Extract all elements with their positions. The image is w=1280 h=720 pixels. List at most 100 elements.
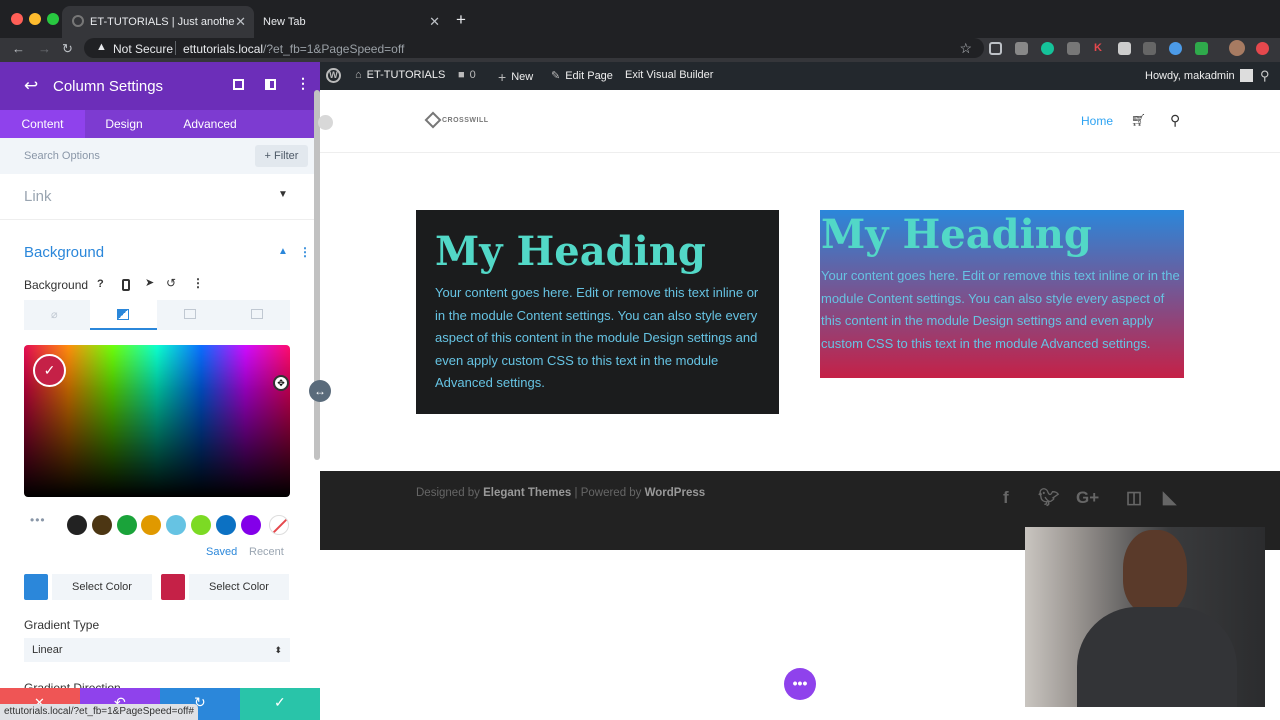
module-heading[interactable]: My Heading: [821, 211, 1092, 258]
gradient-start-swatch[interactable]: [24, 574, 48, 600]
back-icon[interactable]: ←: [12, 41, 25, 56]
site-logo[interactable]: CROSSWILL: [424, 111, 489, 129]
back-arrow-icon[interactable]: ↩: [24, 76, 38, 96]
close-window-icon[interactable]: [11, 13, 23, 25]
wordpress-logo-icon[interactable]: W: [326, 68, 341, 83]
site-name-link[interactable]: ⌂ ET-TUTORIALS: [355, 69, 445, 81]
swatch-color[interactable]: [241, 515, 261, 535]
option-more-icon[interactable]: ⋮: [192, 276, 204, 290]
more-options-icon[interactable]: ⋮: [296, 75, 310, 92]
chevron-up-icon[interactable]: ▲: [278, 246, 288, 257]
code-extension-icon[interactable]: [1067, 42, 1080, 55]
forward-icon[interactable]: →: [38, 41, 51, 56]
close-tab-icon[interactable]: ✕: [429, 14, 440, 30]
background-section-title[interactable]: Background: [24, 244, 104, 261]
profile-avatar[interactable]: [1229, 40, 1245, 56]
close-tab-icon[interactable]: ✕: [235, 14, 246, 30]
swatch-color[interactable]: [92, 515, 112, 535]
facebook-icon[interactable]: f: [1003, 488, 1009, 508]
reload-icon[interactable]: ↻: [62, 41, 73, 57]
text-module-gradient[interactable]: My Heading Your content goes here. Edit …: [820, 210, 1184, 378]
security-label[interactable]: Not Secure: [113, 42, 173, 56]
bookmark-star-icon[interactable]: ☆: [959, 40, 972, 57]
expand-icon[interactable]: [233, 79, 244, 90]
link-section-toggle[interactable]: Link ▼: [0, 174, 320, 220]
builder-toggle-icon[interactable]: [318, 115, 333, 130]
tab-design[interactable]: Design: [85, 110, 163, 138]
url-text[interactable]: ettutorials.local/?et_fb=1&PageSpeed=off: [183, 42, 404, 56]
browser-tab-new[interactable]: New Tab ✕: [254, 6, 444, 38]
select-color-end-button[interactable]: Select Color: [189, 574, 289, 600]
mobile-icon[interactable]: [122, 279, 130, 291]
new-content-link[interactable]: + New: [498, 69, 533, 85]
tab-advanced[interactable]: Advanced: [163, 110, 257, 138]
save-button[interactable]: ✓: [240, 688, 320, 720]
comments-link[interactable]: ■ 0: [458, 69, 476, 81]
menu-icon[interactable]: [1256, 42, 1269, 55]
extension-icon[interactable]: [1143, 42, 1156, 55]
search-icon[interactable]: ⚲: [1170, 112, 1180, 129]
nav-home-link[interactable]: Home: [1081, 114, 1113, 128]
module-body-text[interactable]: Your content goes here. Edit or remove t…: [821, 265, 1185, 355]
image-icon[interactable]: [184, 309, 196, 319]
extension-icon[interactable]: [1118, 42, 1131, 55]
twitter-icon[interactable]: 🐦︎: [1038, 488, 1060, 508]
cart-icon[interactable]: 🛒︎: [1131, 113, 1146, 127]
selected-color-check-icon[interactable]: ✓: [33, 354, 66, 387]
rss-icon[interactable]: ◣: [1163, 488, 1176, 508]
resize-handle-icon[interactable]: ↔: [309, 380, 331, 402]
select-color-start-button[interactable]: Select Color: [52, 574, 152, 600]
maximize-window-icon[interactable]: [47, 13, 59, 25]
module-body-text[interactable]: Your content goes here. Edit or remove t…: [435, 282, 760, 395]
instagram-icon[interactable]: ◫: [1126, 488, 1142, 508]
help-icon[interactable]: ?: [97, 278, 104, 290]
search-options-input[interactable]: Search Options: [24, 150, 100, 162]
tab-content[interactable]: Content: [0, 110, 85, 138]
hover-cursor-icon[interactable]: ➤: [145, 276, 154, 289]
google-plus-icon[interactable]: G+: [1076, 488, 1099, 508]
exit-visual-builder-link[interactable]: Exit Visual Builder: [625, 69, 713, 81]
swatch-color[interactable]: [117, 515, 137, 535]
background-label: Background: [24, 278, 89, 292]
swatch-color[interactable]: [191, 515, 211, 535]
browser-tab-strip: ET-TUTORIALS | Just another W ✕ New Tab …: [0, 0, 1280, 38]
extension-icon[interactable]: [1015, 42, 1028, 55]
extension-icon[interactable]: [1169, 42, 1182, 55]
filter-button[interactable]: + Filter: [255, 145, 308, 167]
swatch-color[interactable]: [67, 515, 87, 535]
module-heading[interactable]: My Heading: [435, 228, 706, 275]
new-tab-icon[interactable]: +: [456, 10, 466, 30]
user-avatar: [1239, 69, 1253, 82]
gradient-tab[interactable]: [90, 300, 157, 330]
swatches-more-icon[interactable]: •••: [30, 513, 46, 527]
builder-menu-icon[interactable]: •••: [784, 668, 816, 700]
swatch-color[interactable]: [216, 515, 236, 535]
shield-extension-icon[interactable]: [1195, 42, 1208, 55]
elegant-themes-link[interactable]: Elegant Themes: [483, 487, 571, 499]
swatch-clear-icon[interactable]: [269, 515, 289, 535]
no-fill-icon[interactable]: ⌀: [51, 308, 58, 321]
video-icon[interactable]: [251, 309, 263, 319]
swatch-color[interactable]: [166, 515, 186, 535]
warning-icon[interactable]: ▲: [96, 41, 107, 53]
columns-icon[interactable]: [265, 79, 276, 90]
reset-icon[interactable]: ↺: [166, 276, 176, 290]
picker-drag-handle[interactable]: ✥: [273, 375, 289, 391]
text-module-dark[interactable]: My Heading Your content goes here. Edit …: [416, 210, 779, 414]
grammarly-icon[interactable]: [1041, 42, 1054, 55]
gradient-type-select[interactable]: Linear ⬍: [24, 638, 290, 662]
edit-page-link[interactable]: ✎ Edit Page: [551, 69, 613, 83]
recent-tab[interactable]: Recent: [249, 546, 284, 558]
user-menu[interactable]: Howdy, makadmin: [1145, 69, 1253, 82]
k-extension-icon[interactable]: K: [1094, 42, 1102, 54]
search-icon[interactable]: ⚲: [1260, 68, 1270, 84]
section-more-icon[interactable]: ⋮: [299, 245, 311, 259]
pocket-icon[interactable]: [989, 42, 1002, 55]
address-bar[interactable]: ▲ Not Secure ettutorials.local/?et_fb=1&…: [84, 38, 984, 58]
gradient-end-swatch[interactable]: [161, 574, 185, 600]
minimize-window-icon[interactable]: [29, 13, 41, 25]
browser-tab-active[interactable]: ET-TUTORIALS | Just another W ✕: [62, 6, 254, 38]
wordpress-link[interactable]: WordPress: [645, 487, 706, 499]
saved-tab[interactable]: Saved: [206, 546, 237, 558]
swatch-color[interactable]: [141, 515, 161, 535]
